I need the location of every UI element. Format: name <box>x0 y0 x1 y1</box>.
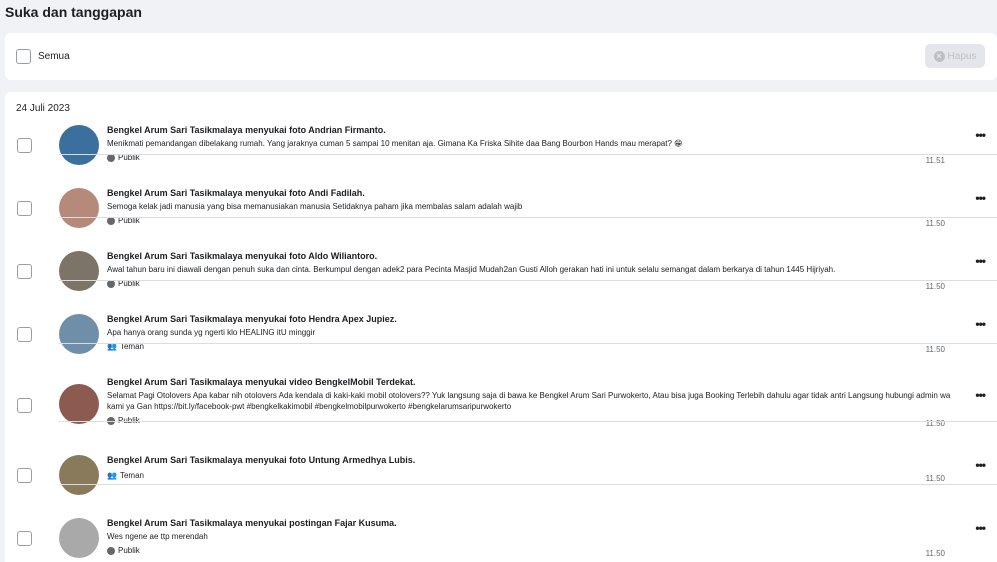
item-text: Apa hanya orang sunda yg ngerti klo HEAL… <box>107 328 316 337</box>
avatar[interactable] <box>59 384 99 424</box>
timestamp: 11.50 <box>925 474 945 483</box>
item-text: Selamat Pagi Otolovers Apa kabar nih oto… <box>107 391 951 411</box>
item-checkbox[interactable] <box>17 531 32 546</box>
item-title[interactable]: Bengkel Arum Sari Tasikmalaya menyukai v… <box>107 377 415 387</box>
list-item[interactable]: Bengkel Arum Sari Tasikmalaya menyukai f… <box>5 218 997 291</box>
more-options-icon[interactable]: ••• <box>975 317 986 331</box>
more-options-icon[interactable]: ••• <box>975 128 986 142</box>
item-title[interactable]: Bengkel Arum Sari Tasikmalaya menyukai f… <box>107 251 377 261</box>
item-text: Awal tahun baru ini diawali dengan penuh… <box>107 265 836 274</box>
more-options-icon[interactable]: ••• <box>975 458 986 472</box>
more-options-icon[interactable]: ••• <box>975 254 986 268</box>
item-title[interactable]: Bengkel Arum Sari Tasikmalaya menyukai f… <box>107 125 386 135</box>
activity-list: 24 Juli 2023 Bengkel Arum Sari Tasikmala… <box>5 92 997 562</box>
friends-icon: 👥 <box>107 471 117 480</box>
toolbar: Semua × Hapus <box>5 33 997 80</box>
item-text: Wes ngene ae ttp merendah <box>107 532 208 541</box>
item-checkbox[interactable] <box>17 138 32 153</box>
delete-button[interactable]: × Hapus <box>925 44 985 68</box>
more-options-icon[interactable]: ••• <box>975 191 986 205</box>
item-checkbox[interactable] <box>17 201 32 216</box>
item-title[interactable]: Bengkel Arum Sari Tasikmalaya menyukai p… <box>107 518 397 528</box>
page-title: Suka dan tanggapan <box>5 4 142 20</box>
select-all-label: Semua <box>38 51 70 62</box>
list-item[interactable]: Bengkel Arum Sari Tasikmalaya menyukai f… <box>5 155 997 228</box>
list-item[interactable]: Bengkel Arum Sari Tasikmalaya menyukai f… <box>5 422 997 495</box>
item-checkbox[interactable] <box>17 398 32 413</box>
item-checkbox[interactable] <box>17 468 32 483</box>
delete-label: Hapus <box>947 50 977 62</box>
avatar[interactable] <box>59 518 99 558</box>
list-item[interactable]: Bengkel Arum Sari Tasikmalaya menyukai f… <box>5 281 997 354</box>
more-options-icon[interactable]: ••• <box>975 388 986 402</box>
select-all-checkbox[interactable] <box>16 49 31 64</box>
privacy-indicator: 👥 Teman <box>107 471 144 480</box>
list-item[interactable]: Bengkel Arum Sari Tasikmalaya menyukai v… <box>5 344 997 428</box>
timestamp: 11.50 <box>925 549 945 558</box>
more-options-icon[interactable]: ••• <box>975 521 986 535</box>
close-circle-icon: × <box>933 50 945 62</box>
item-text: Menikmati pemandangan dibelakang rumah. … <box>107 139 683 148</box>
privacy-label: Teman <box>119 471 144 480</box>
item-checkbox[interactable] <box>17 327 32 342</box>
item-title[interactable]: Bengkel Arum Sari Tasikmalaya menyukai f… <box>107 188 365 198</box>
list-item[interactable]: Bengkel Arum Sari Tasikmalaya menyukai p… <box>5 485 997 558</box>
item-text: Semoga kelak jadi manusia yang bisa mema… <box>107 202 523 211</box>
item-title[interactable]: Bengkel Arum Sari Tasikmalaya menyukai f… <box>107 314 397 324</box>
item-checkbox[interactable] <box>17 264 32 279</box>
item-title[interactable]: Bengkel Arum Sari Tasikmalaya menyukai f… <box>107 455 415 465</box>
list-item[interactable]: Bengkel Arum Sari Tasikmalaya menyukai f… <box>5 92 997 165</box>
